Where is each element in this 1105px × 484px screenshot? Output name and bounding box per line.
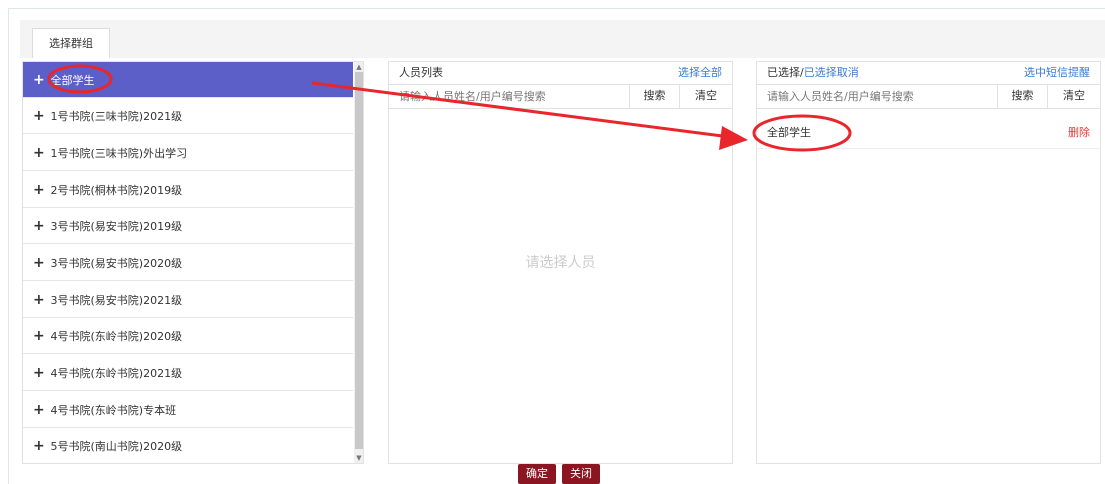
scrollbar-thumb[interactable] [355,72,363,449]
group-label: 3号书院(易安书院)2020级 [50,257,183,270]
close-button[interactable]: 关闭 [562,464,600,484]
group-label: 5号书院(南山书院)2020级 [50,440,183,453]
delete-link[interactable]: 删除 [1068,118,1090,148]
group-item[interactable]: + 3号书院(易安书院)2020级 [23,245,353,281]
group-label: 全部学生 [50,74,95,87]
people-search-input[interactable] [389,84,629,108]
selected-panel-title: 已选择/ [767,66,804,79]
group-item[interactable]: + 5号书院(南山书院)2020级 [23,428,353,463]
plus-icon: + [33,365,45,381]
group-label: 4号书院(东岭书院)2021级 [50,367,183,380]
confirm-button[interactable]: 确定 [518,464,556,484]
selected-search-row: 搜索 清空 [757,84,1100,109]
plus-icon: + [33,438,45,454]
plus-icon: + [33,218,45,234]
selected-panel-header: 已选择/已选择取消 选中短信提醒 [757,62,1100,85]
people-panel-title: 人员列表 [399,66,443,79]
select-all-link[interactable]: 选择全部 [678,62,722,84]
group-item[interactable]: + 3号书院(易安书院)2021级 [23,282,353,318]
group-item[interactable]: + 1号书院(三味书院)外出学习 [23,135,353,171]
tab-select-group[interactable]: 选择群组 [32,28,110,58]
group-label: 4号书院(东岭书院)2020级 [50,330,183,343]
people-search-button[interactable]: 搜索 [629,84,679,108]
plus-icon: + [33,72,45,88]
scroll-down-icon[interactable]: ▼ [354,453,363,463]
people-search-row: 搜索 清空 [389,84,732,109]
group-item[interactable]: + 4号书院(东岭书院)专本班 [23,392,353,428]
group-label: 1号书院(三味书院)外出学习 [50,147,188,160]
group-label: 3号书院(易安书院)2019级 [50,220,183,233]
scroll-up-icon[interactable]: ▲ [354,62,363,72]
group-list: + 全部学生 + 1号书院(三味书院)2021级 + 1号书院(三味书院)外出学… [22,61,364,464]
plus-icon: + [33,292,45,308]
sms-reminder-link[interactable]: 选中短信提醒 [1024,62,1090,84]
plus-icon: + [33,145,45,161]
selected-search-input[interactable] [757,84,997,108]
group-item[interactable]: + 1号书院(三味书院)2021级 [23,98,353,134]
selected-item-row: 全部学生 删除 [757,118,1100,149]
group-item[interactable]: + 4号书院(东岭书院)2020级 [23,318,353,354]
empty-placeholder: 请选择人员 [525,255,596,271]
plus-icon: + [33,328,45,344]
plus-icon: + [33,402,45,418]
selected-search-button[interactable]: 搜索 [997,84,1047,108]
plus-icon: + [33,255,45,271]
group-label: 3号书院(易安书院)2021级 [50,294,183,307]
cancel-selected-link[interactable]: 已选择取消 [804,66,859,79]
people-panel-header: 人员列表 选择全部 [389,62,732,85]
group-label: 1号书院(三味书院)2021级 [50,110,183,123]
group-label: 4号书院(东岭书院)专本班 [50,404,177,417]
selected-clear-button[interactable]: 清空 [1047,84,1100,108]
people-clear-button[interactable]: 清空 [679,84,732,108]
group-label: 2号书院(桐林书院)2019级 [50,184,183,197]
people-panel: 人员列表 选择全部 搜索 清空 请选择人员 [388,61,733,464]
group-item[interactable]: + 全部学生 [23,62,353,98]
group-item[interactable]: + 3号书院(易安书院)2019级 [23,208,353,244]
tab-bar: 选择群组 [20,20,1105,58]
group-item[interactable]: + 2号书院(桐林书院)2019级 [23,172,353,208]
group-list-scrollbar[interactable]: ▲ ▼ [354,62,363,463]
plus-icon: + [33,182,45,198]
selected-item-label: 全部学生 [767,126,811,139]
plus-icon: + [33,108,45,124]
selected-panel: 已选择/已选择取消 选中短信提醒 搜索 清空 全部学生 删除 [756,61,1101,464]
group-item[interactable]: + 4号书院(东岭书院)2021级 [23,355,353,391]
